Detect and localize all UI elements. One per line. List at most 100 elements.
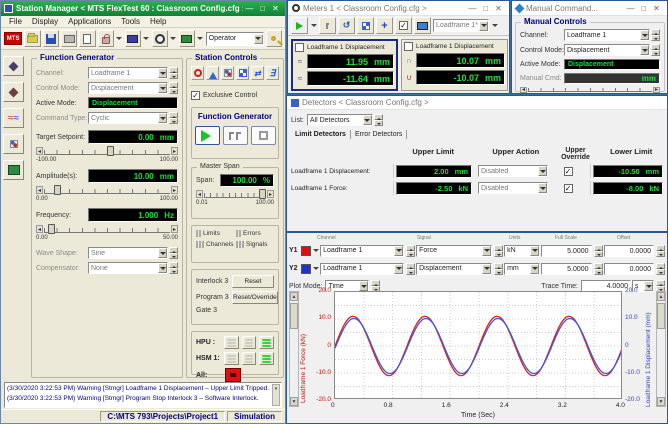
select-meters-button[interactable] <box>395 17 412 34</box>
menu-file[interactable]: File <box>5 17 26 26</box>
color-dropdown[interactable] <box>312 260 319 277</box>
y2-signal-spinner[interactable] <box>494 263 503 275</box>
chevron-down-icon[interactable] <box>644 281 653 291</box>
tab-limit-detectors[interactable]: Limit Detectors <box>291 130 351 139</box>
station-setup-button[interactable] <box>191 66 204 80</box>
close-icon[interactable]: ✕ <box>492 2 505 15</box>
y1-channel-select[interactable]: Loadframe 1 <box>320 245 404 257</box>
scroll-thumb[interactable] <box>657 303 665 329</box>
errors-indicator[interactable]: Errors <box>236 230 274 237</box>
chevron-down-icon[interactable] <box>363 115 372 125</box>
mts-logo-button[interactable]: MTS <box>4 32 22 45</box>
run-button[interactable] <box>195 126 220 145</box>
detector-list-spinner[interactable] <box>374 114 383 126</box>
y1-scale-input[interactable]: 5.0000 <box>541 245 591 257</box>
right-scale-scrollbar[interactable]: ▲▼ <box>656 291 666 407</box>
all-stop-button[interactable] <box>225 368 241 382</box>
tab-error-detectors[interactable]: Error Detectors <box>351 130 407 139</box>
y2-channel-select[interactable]: Loadframe 1 <box>320 263 404 275</box>
program-reset-override-button[interactable]: Reset/Override <box>232 291 278 304</box>
chevron-down-icon[interactable] <box>254 34 263 44</box>
wave-shape-spinner[interactable] <box>169 247 178 259</box>
chevron-down-icon[interactable] <box>482 264 491 274</box>
slider-thumb[interactable] <box>259 189 266 199</box>
open-button[interactable] <box>24 30 40 47</box>
signal-nav-button[interactable]: ≈≈ <box>3 108 24 128</box>
detectors-nav-button[interactable] <box>3 134 24 154</box>
detectors-titlebar[interactable]: Detectors < Classroom Config.cfg > <box>287 96 667 110</box>
scroll-down-icon[interactable]: ▼ <box>657 397 665 406</box>
y2-units-select[interactable]: mm <box>504 263 540 275</box>
wave-shape-select[interactable]: Sine <box>88 247 168 259</box>
detector-list-select[interactable]: All Detectors <box>307 114 373 126</box>
manual-cmd-slider[interactable]: ◂ ▸ <box>520 86 660 94</box>
hsm-low-button[interactable] <box>242 352 257 365</box>
slider-thumb[interactable] <box>54 185 61 195</box>
scroll-up-icon[interactable]: ▲ <box>290 292 298 301</box>
y1-scale-spinner[interactable] <box>594 245 603 257</box>
control-mode-select[interactable]: Displacement <box>88 82 168 94</box>
control-mode-spinner[interactable] <box>169 82 178 94</box>
chevron-down-icon[interactable] <box>394 246 403 256</box>
signals-indicator[interactable]: Signals <box>236 241 274 248</box>
meter-panel-2[interactable]: Loadframe 1 Displacement ∩10.07mm ∪-10.0… <box>401 39 508 91</box>
slider-right-arrow[interactable]: ▸ <box>267 190 274 198</box>
minimize-icon[interactable]: — <box>243 2 256 15</box>
scroll-down-icon[interactable]: ▼ <box>290 397 298 406</box>
close-icon[interactable]: ✕ <box>650 2 663 15</box>
mc-channel-select[interactable]: Loadframe 1 <box>564 29 650 41</box>
scope-button[interactable] <box>179 30 195 47</box>
chevron-down-icon[interactable] <box>394 264 403 274</box>
color-dropdown[interactable] <box>312 242 319 259</box>
station-signals-button[interactable] <box>236 66 249 80</box>
minimize-icon[interactable]: — <box>466 2 479 15</box>
hpu-off-button[interactable] <box>224 336 239 349</box>
chevron-down-icon[interactable] <box>530 264 539 274</box>
chevron-down-icon[interactable] <box>158 68 167 78</box>
slider-right-arrow[interactable]: ▸ <box>171 225 178 233</box>
manual-command-nav-button[interactable] <box>3 82 24 102</box>
y2-signal-select[interactable]: Displacement <box>416 263 492 275</box>
y1-signal-select[interactable]: Force <box>416 245 492 257</box>
upper-override-checkbox[interactable] <box>564 167 573 176</box>
compensator-spinner[interactable] <box>169 262 178 274</box>
y2-offset-input[interactable]: 0.0000 <box>604 263 654 275</box>
io-button[interactable]: ⇄ <box>251 66 264 80</box>
meters-button[interactable] <box>152 30 168 47</box>
y2-color-swatch[interactable] <box>301 264 312 274</box>
menu-help[interactable]: Help <box>146 17 170 26</box>
command-type-select[interactable]: Cyclic <box>88 112 168 124</box>
channel-select[interactable]: Loadframe 1 <box>88 67 168 79</box>
hpu-low-button[interactable] <box>242 336 257 349</box>
y2-offset-spinner[interactable] <box>656 263 665 275</box>
scope-plot[interactable] <box>334 291 622 399</box>
y1-channel-spinner[interactable] <box>406 245 415 257</box>
menu-applications[interactable]: Applications <box>64 17 115 26</box>
meter1-checkbox[interactable] <box>295 43 304 52</box>
slider-thumb[interactable] <box>107 146 114 156</box>
y2-channel-spinner[interactable] <box>406 263 415 275</box>
meters-channel-select[interactable]: Loadframe 1* <box>433 19 489 32</box>
log-scrollbar[interactable]: ▾ <box>272 384 280 406</box>
y1-color-swatch[interactable] <box>301 246 312 256</box>
status-message-log[interactable]: (3/30/2020 3:22:53 PM) Warning [Stmgr] L… <box>4 382 282 408</box>
chevron-down-icon[interactable] <box>158 263 167 273</box>
menu-tools[interactable]: Tools <box>117 17 144 26</box>
unlock-button[interactable] <box>98 30 114 47</box>
channels-indicator[interactable]: Channels <box>196 241 234 248</box>
meters-reset-button[interactable]: ↺ <box>338 17 355 34</box>
operators-button[interactable] <box>221 66 234 80</box>
slider-right-arrow[interactable]: ▸ <box>171 186 178 194</box>
upper-action-select[interactable]: Disabled <box>478 165 548 177</box>
meters-hold-button[interactable] <box>319 17 336 34</box>
chevron-down-icon[interactable] <box>640 45 649 55</box>
amplitude-slider[interactable]: ◂ ▸ <box>36 185 178 196</box>
maximize-icon[interactable]: □ <box>637 2 650 15</box>
y1-units-select[interactable]: kN <box>504 245 540 257</box>
y1-signal-spinner[interactable] <box>494 245 503 257</box>
slider-right-arrow[interactable]: ▸ <box>653 87 660 93</box>
scope-dropdown[interactable] <box>197 30 204 47</box>
mc-control-mode-spinner[interactable] <box>651 44 660 56</box>
meters-layout-button[interactable] <box>357 17 374 34</box>
chevron-down-icon[interactable] <box>530 246 539 256</box>
